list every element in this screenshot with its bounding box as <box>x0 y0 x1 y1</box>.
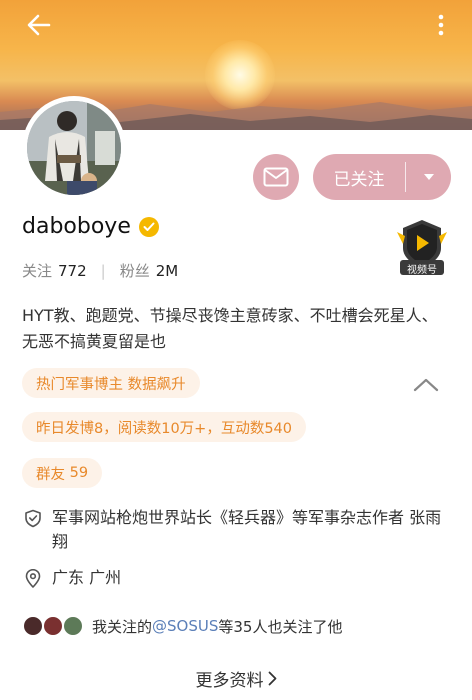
following-count[interactable]: 772 <box>58 262 87 280</box>
following-label[interactable]: 关注 <box>22 260 52 281</box>
followed-button[interactable]: 已关注 <box>313 154 451 200</box>
mutual-avatar <box>42 615 64 637</box>
mutual-prefix: 我关注的 <box>92 617 153 636</box>
follow-options-dropdown[interactable] <box>406 173 451 181</box>
location-text: 广东 广州 <box>52 568 122 587</box>
hot-blogger-tag[interactable]: 热门军事博主 数据飙升 <box>22 368 200 398</box>
more-vertical-icon <box>438 14 444 36</box>
stats-divider: | <box>100 261 106 280</box>
follow-stats: 关注 772 | 粉丝 2M <box>22 260 178 281</box>
shield-icon <box>22 506 44 554</box>
verified-icon[interactable] <box>138 216 159 237</box>
location-info: 广东 广州 <box>22 566 121 590</box>
mutual-avatar <box>62 615 84 637</box>
chevron-right-icon <box>268 671 276 686</box>
chevron-up-icon <box>413 378 439 392</box>
video-account-badge[interactable]: 视频号 <box>397 218 447 276</box>
mail-icon <box>263 167 289 187</box>
bio-text: HYT教、跑题党、节操尽丧馋主意砖家、不吐槽会死星人、无恶不搞黄夏留是也 <box>22 306 438 351</box>
more-options-button[interactable] <box>428 10 454 40</box>
back-arrow-icon <box>27 14 51 36</box>
collapse-tags-button[interactable] <box>412 374 440 396</box>
fan-group-tag[interactable]: 群友 59 <box>22 458 103 488</box>
verification-text: 军事网站枪炮世界站长《轻兵器》等军事杂志作者 张雨翔 <box>52 508 442 551</box>
location-pin-icon <box>22 566 44 590</box>
username-row: daboboye <box>22 214 159 239</box>
daily-stats-tag[interactable]: 昨日发博8，阅读数10万+，互动数540 <box>22 412 307 442</box>
mutual-avatars <box>22 615 84 637</box>
fan-group-label: 群友 <box>36 466 65 483</box>
more-info-label: 更多资料 <box>195 671 264 691</box>
mutual-avatar <box>22 615 44 637</box>
mutual-mention[interactable]: @SOSUS <box>152 617 218 635</box>
fan-group-count: 59 <box>69 465 89 481</box>
avatar-photo <box>27 101 121 195</box>
followed-label: 已关注 <box>333 169 385 190</box>
video-account-label: 视频号 <box>407 265 437 276</box>
followers-label[interactable]: 粉丝 <box>120 260 150 281</box>
followers-count[interactable]: 2M <box>156 262 179 280</box>
avatar[interactable] <box>22 96 126 200</box>
chevron-down-icon <box>423 174 434 180</box>
message-button[interactable] <box>253 154 299 200</box>
more-info-link[interactable]: 更多资料 <box>0 666 472 691</box>
back-button[interactable] <box>22 8 56 42</box>
username: daboboye <box>22 214 131 239</box>
verification-info: 军事网站枪炮世界站长《轻兵器》等军事杂志作者 张雨翔 <box>22 506 442 554</box>
mutual-followers[interactable]: 我关注的 @SOSUS 等35人也关注了他 <box>22 615 342 637</box>
mutual-suffix: 等35人也关注了他 <box>218 617 343 636</box>
